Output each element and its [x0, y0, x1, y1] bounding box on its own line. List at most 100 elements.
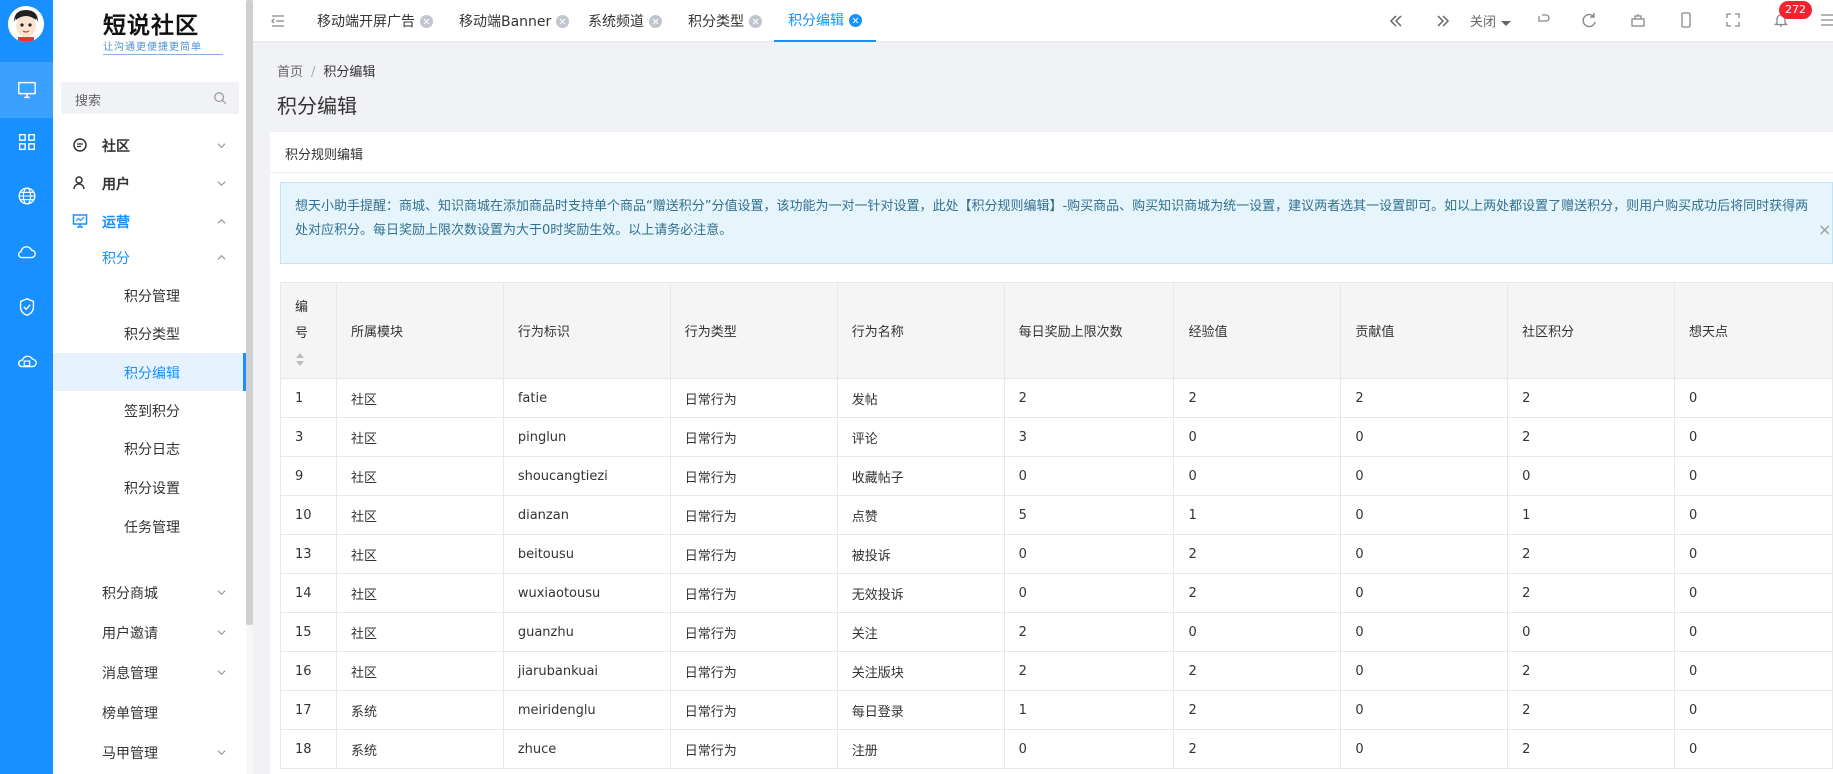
sidebar-item-ranking-management[interactable]: 榜单管理 [53, 693, 246, 731]
monitor-icon [72, 214, 88, 228]
cell-daily-limit: 0 [1003, 534, 1175, 574]
sidebar-item-label: 社区 [102, 139, 130, 155]
close-icon[interactable]: × [1818, 218, 1832, 242]
refresh-icon[interactable] [1580, 11, 1598, 29]
brand-subtitle: 让沟通更便捷更简单 [103, 42, 223, 55]
chevron-down-icon [217, 670, 226, 676]
sidebar-item-points-log[interactable]: 积分日志 [53, 429, 246, 467]
sidebar-item-points-settings[interactable]: 积分设置 [53, 468, 246, 506]
table-row[interactable]: 17 系统 meiridenglu 日常行为 每日登录 1 2 0 2 0 [280, 690, 1833, 730]
cell-experience: 2 [1173, 534, 1342, 574]
sidebar-item-label: 积分日志 [124, 442, 180, 458]
tab-mobile-banner[interactable]: 移动端Banner [459, 0, 570, 42]
tab-close-icon[interactable] [649, 14, 662, 28]
icon-rail [0, 0, 53, 774]
cell-action-type: 日常行为 [669, 612, 838, 652]
table-row[interactable]: 13 社区 beitousu 日常行为 被投诉 0 2 0 2 0 [280, 534, 1833, 574]
cloud-icon[interactable] [0, 224, 53, 280]
tab-points-types[interactable]: 积分类型 [688, 0, 762, 42]
search-input[interactable]: 搜索 [75, 90, 101, 109]
column-header-action-key: 行为标识 [502, 282, 671, 379]
tab-close-icon[interactable] [849, 13, 862, 27]
sidebar-item-label: 用户邀请 [102, 626, 158, 642]
tab-label: 移动端Banner [459, 14, 552, 30]
more-menu-icon[interactable] [1819, 11, 1833, 29]
cell-action-type: 日常行为 [669, 573, 838, 613]
cloud-server-icon[interactable] [0, 334, 53, 390]
cell-community-points: 2 [1507, 651, 1676, 691]
sidebar-item-vest-management[interactable]: 马甲管理 [53, 733, 246, 771]
grid-icon[interactable] [0, 114, 53, 170]
fullscreen-icon[interactable] [1724, 11, 1742, 29]
clear-cache-icon[interactable] [1629, 11, 1647, 29]
cell-xiangtian-points: 0 [1674, 612, 1833, 652]
tab-close-icon[interactable] [420, 14, 433, 28]
sidebar-search[interactable]: 搜索 [61, 82, 239, 114]
cell-community-points: 2 [1507, 378, 1676, 418]
brand-title: 短说社区 [103, 12, 199, 39]
breadcrumb-home[interactable]: 首页 [277, 65, 303, 80]
scroll-tabs-right-icon[interactable] [1434, 12, 1452, 30]
cell-id: 10 [280, 495, 337, 535]
sidebar-item-message-management[interactable]: 消息管理 [53, 653, 246, 691]
sidebar-item-label: 消息管理 [102, 666, 158, 682]
tab-close-icon[interactable] [556, 14, 570, 28]
table-row[interactable]: 16 社区 jiarubankuai 日常行为 关注版块 2 2 0 2 0 [280, 651, 1833, 691]
sidebar-item-operations[interactable]: 运营 [53, 202, 246, 240]
sidebar-item-points[interactable]: 积分 [53, 238, 246, 276]
cell-action-name: 发帖 [836, 378, 1005, 418]
column-header-id[interactable]: 编号 [280, 282, 337, 379]
chevron-down-icon [217, 630, 226, 636]
alert-text: 想天小助手提醒：商城、知识商城在添加商品时支持单个商品“赠送积分”分值设置，该功… [295, 199, 1809, 238]
cell-experience: 2 [1173, 729, 1342, 769]
breadcrumb: 首页 / 积分编辑 [277, 65, 376, 80]
cell-contribution: 0 [1340, 417, 1509, 457]
brand-logo: 短说社区 让沟通更便捷更简单 [53, 0, 246, 70]
tab-splash-ad[interactable]: 移动端开屏广告 [317, 0, 433, 42]
mobile-preview-icon[interactable] [1677, 11, 1695, 29]
cell-id: 13 [280, 534, 337, 574]
table-row[interactable]: 1 社区 fatie 日常行为 发帖 2 2 2 2 0 [280, 378, 1833, 418]
sidebar-item-users[interactable]: 用户 [53, 164, 246, 202]
table-row[interactable]: 9 社区 shoucangtiezi 日常行为 收藏帖子 0 0 0 0 0 [280, 456, 1833, 496]
sidebar-item-points-types[interactable]: 积分类型 [53, 314, 246, 352]
desktop-icon[interactable] [0, 62, 53, 118]
sidebar-item-user-invite[interactable]: 用户邀请 [53, 613, 246, 651]
scroll-tabs-left-icon[interactable] [1387, 12, 1405, 30]
cell-action-key: jiarubankuai [502, 651, 671, 691]
cell-daily-limit: 2 [1003, 378, 1175, 418]
page-title: 积分编辑 [277, 94, 357, 118]
tab-label: 移动端开屏广告 [317, 14, 415, 30]
table-row[interactable]: 14 社区 wuxiaotousu 日常行为 无效投诉 0 2 0 2 0 [280, 573, 1833, 613]
globe-icon[interactable] [0, 168, 53, 224]
cell-action-name: 评论 [836, 417, 1005, 457]
sidebar-item-checkin-points[interactable]: 签到积分 [53, 391, 246, 429]
sort-icon[interactable] [295, 352, 305, 367]
sidebar-item-points-edit[interactable]: 积分编辑 [53, 353, 246, 391]
shield-check-icon[interactable] [0, 279, 53, 335]
sidebar-item-points-mall[interactable]: 积分商城 [53, 573, 246, 611]
sidebar-item-task-management[interactable]: 任务管理 [53, 507, 246, 545]
collapse-menu-icon[interactable] [269, 12, 287, 30]
undo-icon[interactable] [1534, 12, 1552, 30]
tab-points-edit[interactable]: 积分编辑 [774, 0, 876, 42]
sidebar-item-points-management[interactable]: 积分管理 [53, 276, 246, 314]
table-row[interactable]: 18 系统 zhuce 日常行为 注册 0 2 0 2 0 [280, 729, 1833, 769]
cell-xiangtian-points: 0 [1674, 534, 1833, 574]
chat-bubble-icon [73, 138, 87, 152]
sidebar-item-community[interactable]: 社区 [53, 126, 246, 164]
cell-daily-limit: 1 [1003, 690, 1175, 730]
table-row[interactable]: 10 社区 dianzan 日常行为 点赞 5 1 0 1 0 [280, 495, 1833, 535]
close-tabs-dropdown[interactable]: 关闭 [1470, 11, 1512, 30]
table-row[interactable]: 3 社区 pinglun 日常行为 评论 3 0 0 2 0 [280, 417, 1833, 457]
avatar[interactable] [8, 6, 44, 42]
header-label: 编号 [295, 299, 309, 341]
table-row[interactable]: 15 社区 guanzhu 日常行为 关注 2 0 0 0 0 [280, 612, 1833, 652]
cell-daily-limit: 3 [1003, 417, 1175, 457]
column-header-daily-limit: 每日奖励上限次数 [1003, 282, 1175, 379]
search-icon[interactable] [213, 91, 227, 105]
tab-system-channel[interactable]: 系统频道 [588, 0, 662, 42]
sidebar-scrollbar-thumb[interactable] [246, 0, 253, 625]
tab-close-icon[interactable] [749, 14, 762, 28]
cell-xiangtian-points: 0 [1674, 651, 1833, 691]
